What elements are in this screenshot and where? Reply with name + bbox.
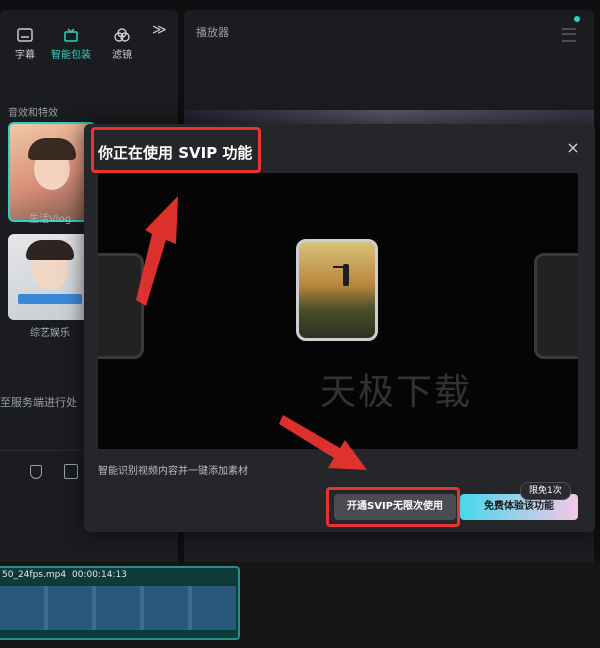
arrow-to-title bbox=[136, 196, 178, 306]
arrow-to-button bbox=[279, 415, 367, 470]
annotation-arrows bbox=[136, 196, 367, 470]
